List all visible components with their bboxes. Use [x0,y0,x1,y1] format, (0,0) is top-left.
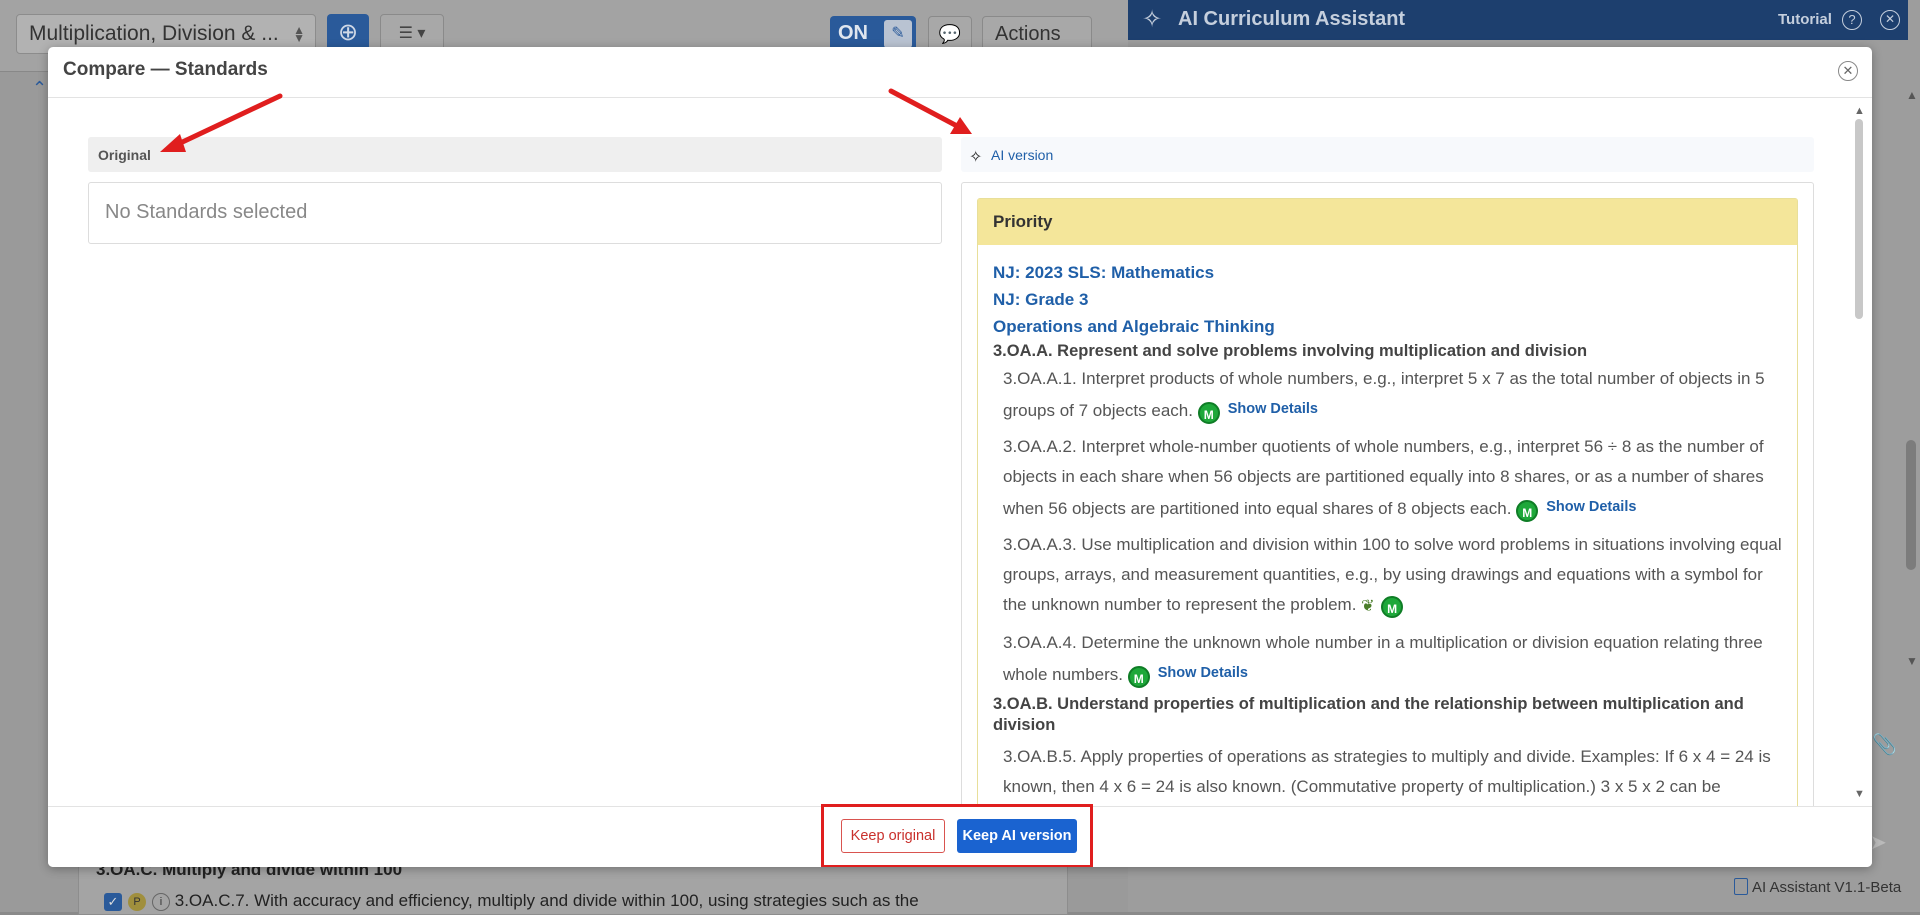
annotation-arrow-original [160,88,972,152]
